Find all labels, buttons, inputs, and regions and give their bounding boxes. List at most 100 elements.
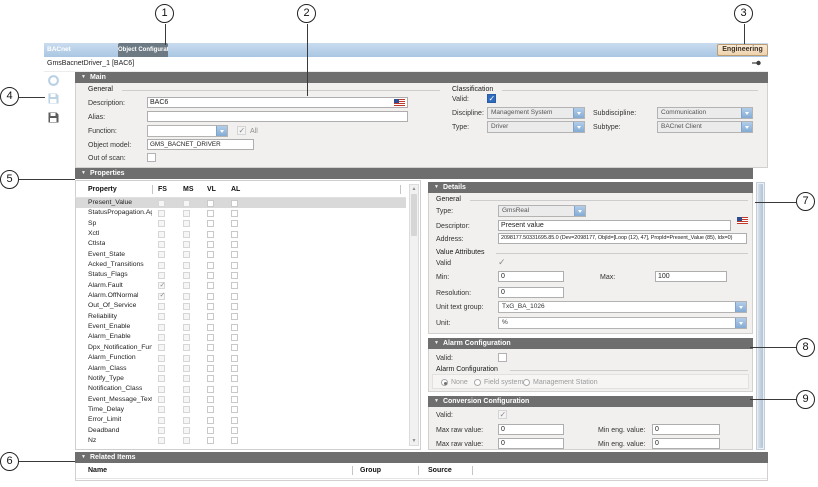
checkbox-vl[interactable] — [207, 375, 214, 382]
unit-text-group-dropdown[interactable]: TxG_BA_1026 — [498, 301, 747, 313]
table-row[interactable]: Alarm.Fault — [76, 281, 406, 291]
checkbox-vl[interactable] — [207, 427, 214, 434]
classification-valid-checkbox[interactable] — [487, 94, 496, 103]
circle-icon[interactable] — [47, 74, 60, 87]
checkbox-al[interactable] — [231, 437, 238, 444]
table-row[interactable]: Status_Flags — [76, 270, 406, 280]
engineering-mode-button[interactable]: Engineering — [717, 44, 768, 56]
pin-icon[interactable] — [752, 59, 762, 67]
save-icon[interactable] — [47, 92, 60, 105]
checkbox-vl[interactable] — [207, 386, 214, 393]
checkbox-fs[interactable] — [158, 220, 165, 227]
address-input[interactable]: 2098177.50331695.85.0 (Dev=2098177, ObjI… — [498, 233, 747, 244]
subdiscipline-dropdown[interactable]: Communication — [657, 107, 753, 119]
checkbox-al[interactable] — [231, 272, 238, 279]
table-row[interactable]: StatusPropagation.Aggregat — [76, 208, 406, 218]
table-row[interactable]: Event_Enable — [76, 322, 406, 332]
section-header-conversion-configuration[interactable]: ▼Conversion Configuration — [428, 396, 753, 407]
checkbox-vl[interactable] — [207, 355, 214, 362]
radio-management-station[interactable] — [523, 379, 530, 386]
checkbox-vl[interactable] — [207, 334, 214, 341]
checkbox-ms[interactable] — [183, 417, 190, 424]
table-row[interactable]: Alarm_Enable — [76, 332, 406, 342]
checkbox-ms[interactable] — [183, 355, 190, 362]
section-header-details[interactable]: ▼Details — [428, 182, 753, 193]
min-input[interactable]: 0 — [498, 271, 564, 282]
checkbox-fs[interactable] — [158, 241, 165, 248]
checkbox-fs[interactable] — [158, 293, 165, 300]
subtype-dropdown[interactable]: BACnet Client — [657, 121, 753, 133]
out-of-scan-checkbox[interactable] — [147, 153, 156, 162]
table-row[interactable]: Event_Message_Texts — [76, 395, 406, 405]
checkbox-ms[interactable] — [183, 303, 190, 310]
table-row[interactable]: Acked_Transitions — [76, 260, 406, 270]
function-dropdown[interactable] — [147, 125, 228, 137]
checkbox-vl[interactable] — [207, 365, 214, 372]
table-row[interactable]: Out_Of_Service — [76, 301, 406, 311]
table-row[interactable]: Notify_Type — [76, 374, 406, 384]
scrollbar-thumb[interactable] — [411, 194, 417, 236]
table-row[interactable]: Reliability — [76, 312, 406, 322]
checkbox-al[interactable] — [231, 282, 238, 289]
checkbox-fs[interactable] — [158, 262, 165, 269]
scroll-down-icon[interactable]: ▼ — [410, 437, 418, 445]
checkbox-ms[interactable] — [183, 365, 190, 372]
section-header-related-items[interactable]: ▼Related Items — [75, 452, 768, 463]
chevron-down-icon[interactable] — [735, 318, 746, 328]
alias-input[interactable] — [147, 111, 408, 122]
type-dropdown[interactable]: Driver — [487, 121, 585, 133]
all-checkbox[interactable] — [237, 126, 246, 135]
column-header-property[interactable]: Property — [88, 186, 117, 193]
checkbox-al[interactable] — [231, 406, 238, 413]
table-row[interactable]: Alarm.OffNormal — [76, 291, 406, 301]
checkbox-fs[interactable] — [158, 406, 165, 413]
checkbox-ms[interactable] — [183, 241, 190, 248]
checkbox-al[interactable] — [231, 334, 238, 341]
properties-scrollbar[interactable]: ▲ ▼ — [409, 184, 419, 446]
checkbox-ms[interactable] — [183, 220, 190, 227]
checkbox-ms[interactable] — [183, 334, 190, 341]
checkbox-ms[interactable] — [183, 396, 190, 403]
object-model-input[interactable]: GMS_BACNET_DRIVER — [147, 139, 254, 150]
detail-type-dropdown[interactable]: GmsReal — [498, 205, 586, 217]
checkbox-fs[interactable] — [158, 355, 165, 362]
discipline-dropdown[interactable]: Management System — [487, 107, 585, 119]
checkbox-al[interactable] — [231, 200, 238, 207]
table-row[interactable]: Sp — [76, 219, 406, 229]
checkbox-fs[interactable] — [158, 303, 165, 310]
chevron-down-icon[interactable] — [735, 302, 746, 312]
resolution-input[interactable]: 0 — [498, 287, 564, 298]
checkbox-ms[interactable] — [183, 324, 190, 331]
checkbox-al[interactable] — [231, 396, 238, 403]
checkbox-ms[interactable] — [183, 344, 190, 351]
checkbox-fs[interactable] — [158, 324, 165, 331]
checkbox-al[interactable] — [231, 262, 238, 269]
checkbox-al[interactable] — [231, 241, 238, 248]
unit-dropdown[interactable]: % — [498, 317, 747, 329]
checkbox-al[interactable] — [231, 251, 238, 258]
language-flag-icon[interactable] — [737, 217, 748, 224]
checkbox-vl[interactable] — [207, 417, 214, 424]
checkbox-vl[interactable] — [207, 272, 214, 279]
checkbox-vl[interactable] — [207, 210, 214, 217]
column-header-fs[interactable]: FS — [158, 186, 167, 193]
checkbox-vl[interactable] — [207, 406, 214, 413]
checkbox-fs[interactable] — [158, 437, 165, 444]
checkbox-vl[interactable] — [207, 303, 214, 310]
checkbox-fs[interactable] — [158, 231, 165, 238]
checkbox-vl[interactable] — [207, 344, 214, 351]
checkbox-fs[interactable] — [158, 344, 165, 351]
conversion-row2-right-input[interactable]: 0 — [652, 438, 720, 449]
checkbox-ms[interactable] — [183, 272, 190, 279]
checkbox-ms[interactable] — [183, 293, 190, 300]
table-row[interactable]: Notification_Class — [76, 384, 406, 394]
description-input[interactable]: BAC6 — [147, 97, 408, 108]
column-header-al[interactable]: AL — [231, 186, 240, 193]
radio-none[interactable] — [441, 379, 448, 386]
checkbox-al[interactable] — [231, 344, 238, 351]
checkbox-fs[interactable] — [158, 417, 165, 424]
table-row[interactable]: Ctlsta — [76, 239, 406, 249]
table-row[interactable]: Dpx_Notification_Function_S — [76, 343, 406, 353]
checkbox-ms[interactable] — [183, 262, 190, 269]
details-scrollbar[interactable] — [756, 182, 765, 450]
